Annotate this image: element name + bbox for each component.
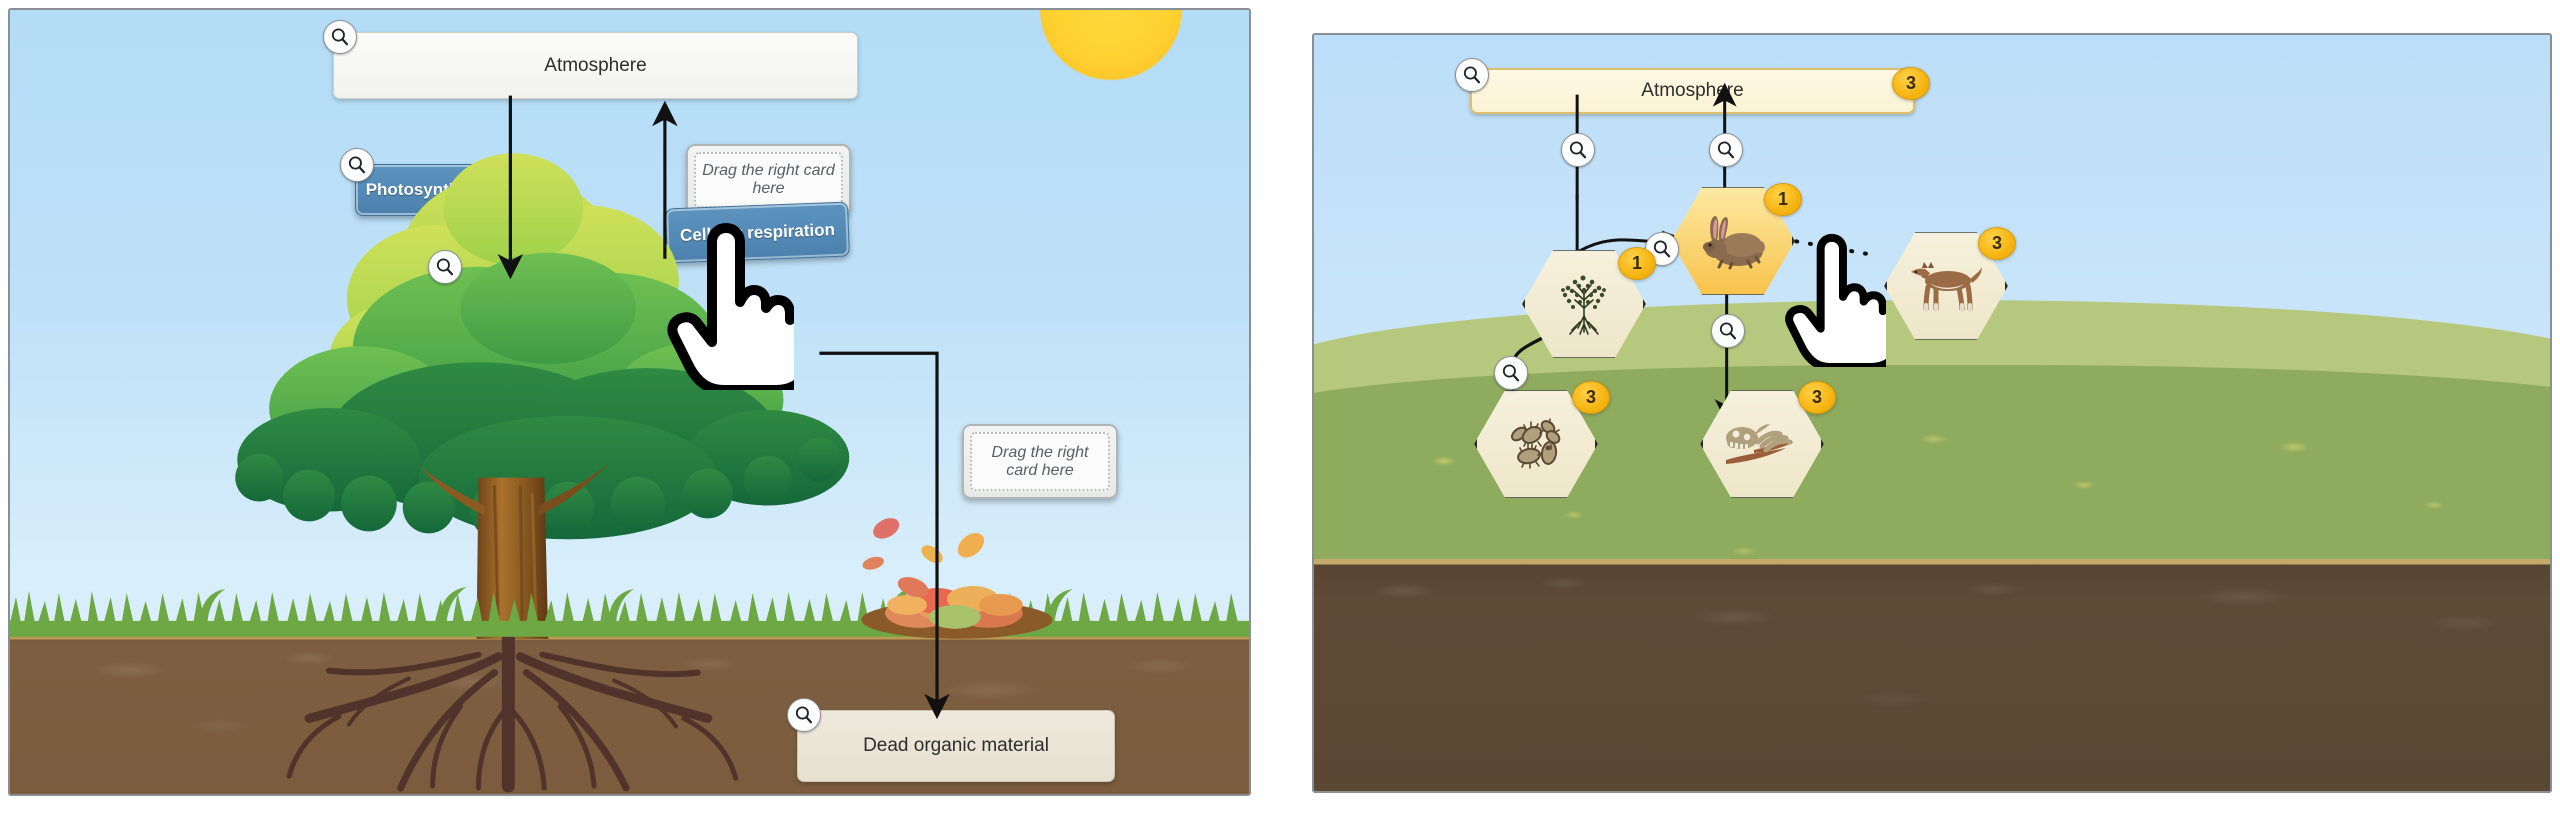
right-scene-panel: Atmosphere 3 1 1 3 3 3 [1312, 33, 2552, 793]
bacteria-icon [1510, 418, 1561, 469]
skeleton-icon [1726, 424, 1794, 464]
hex-node-carcass-badge: 3 [1798, 381, 1836, 414]
hex-node-tree-badge: 1 [1618, 247, 1656, 280]
cellular-respiration-card-dragging[interactable]: Cellular respiration [665, 201, 850, 264]
dead-organic-material-box[interactable]: Dead organic material [797, 710, 1115, 782]
atmosphere-count-badge: 3 [1892, 67, 1930, 100]
atmosphere-label: Atmosphere [544, 54, 647, 76]
magnifier-atmosphere-icon[interactable] [1455, 58, 1489, 92]
soil-layer [1314, 559, 2550, 791]
dropzone-placeholder-top: Drag the right card here [694, 152, 843, 208]
magnifier-tree-icon[interactable] [428, 250, 462, 284]
magnifier-atmosphere-icon[interactable] [323, 20, 357, 54]
magnifier-atmosphere-to-tree-icon[interactable] [1561, 133, 1595, 167]
dropzone-placeholder-right: Drag the right card here [970, 432, 1110, 491]
tree-icon [1561, 275, 1606, 335]
hex-node-bacteria-badge: 3 [1572, 381, 1610, 414]
rabbit-icon [1703, 216, 1765, 270]
photosynthesis-label: Photosynthesis [365, 180, 493, 199]
wolf-icon [1911, 262, 1982, 312]
magnifier-tree-to-carcass-icon[interactable] [1494, 356, 1528, 390]
screenshot-root: Atmosphere Photosynthesis Drag the right… [0, 0, 2560, 814]
hex-node-wolf-badge: 3 [1978, 227, 2016, 260]
left-scene-panel: Atmosphere Photosynthesis Drag the right… [8, 8, 1251, 796]
cellular-respiration-label: Cellular respiration [679, 219, 836, 245]
dropzone-decomposition[interactable]: Drag the right card here [962, 424, 1118, 499]
atmosphere-box[interactable]: Atmosphere [1470, 68, 1915, 114]
atmosphere-label: Atmosphere [1641, 80, 1744, 101]
photosynthesis-card[interactable]: Photosynthesis [355, 164, 503, 216]
hex-node-rabbit-badge: 1 [1764, 183, 1802, 216]
dead-organic-label: Dead organic material [863, 735, 1049, 756]
magnifier-rabbit-down-icon[interactable] [1711, 314, 1745, 348]
magnifier-rabbit-to-atmosphere-icon[interactable] [1709, 133, 1743, 167]
magnifier-dead-organic-icon[interactable] [787, 698, 821, 732]
atmosphere-box[interactable]: Atmosphere [333, 32, 858, 99]
magnifier-photosynthesis-icon[interactable] [340, 148, 374, 182]
